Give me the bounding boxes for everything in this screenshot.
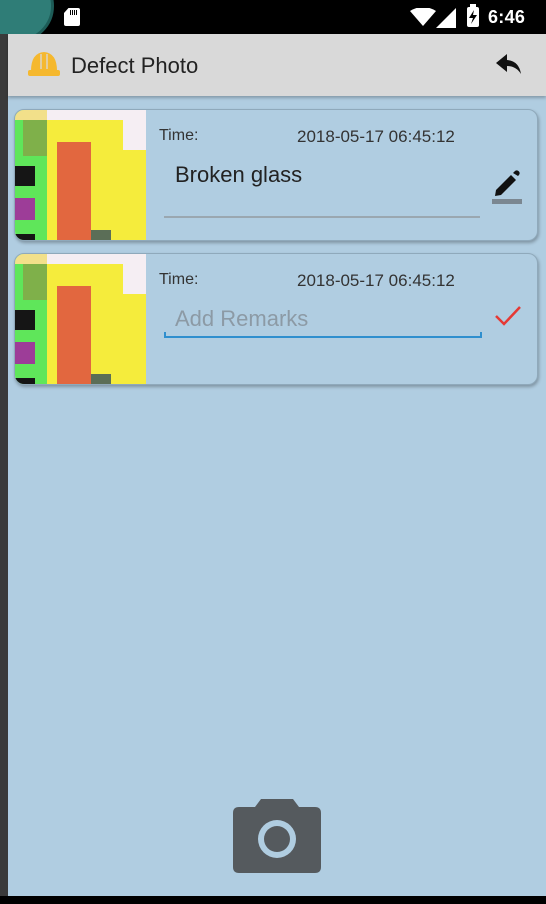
app-bar: Defect Photo bbox=[8, 34, 546, 96]
wifi-icon bbox=[410, 8, 436, 26]
left-gutter bbox=[0, 34, 8, 904]
time-value: 2018-05-17 06:45:12 bbox=[297, 127, 455, 146]
remark-text: Broken glass bbox=[175, 162, 303, 187]
time-value: 2018-05-17 06:45:12 bbox=[297, 271, 455, 290]
edit-icon[interactable] bbox=[490, 168, 524, 204]
photo-card[interactable]: Time: 2018-05-17 06:45:12 bbox=[14, 253, 538, 385]
battery-icon bbox=[467, 4, 479, 27]
defect-photo-thumbnail[interactable] bbox=[15, 254, 146, 384]
remark-input-underline bbox=[164, 332, 482, 338]
back-arrow-icon[interactable] bbox=[496, 52, 522, 76]
check-icon[interactable] bbox=[494, 304, 522, 328]
time-label: Time: bbox=[159, 271, 199, 288]
signal-icon bbox=[436, 8, 456, 28]
helmet-icon bbox=[28, 52, 60, 76]
status-time: 6:46 bbox=[488, 7, 526, 27]
sd-card-icon bbox=[64, 8, 80, 26]
time-label: Time: bbox=[159, 127, 199, 144]
status-bar: 6:46 bbox=[0, 0, 546, 42]
photo-card[interactable]: Time: 2018-05-17 06:45:12 Broken glass bbox=[14, 109, 538, 241]
photo-list: Time: 2018-05-17 06:45:12 Broken glass T… bbox=[8, 96, 546, 896]
navigation-bar bbox=[0, 896, 546, 904]
defect-photo-thumbnail[interactable] bbox=[15, 110, 146, 240]
remark-underline bbox=[164, 216, 480, 218]
remark-input[interactable] bbox=[165, 302, 481, 336]
camera-icon[interactable] bbox=[233, 793, 321, 873]
page-title: Defect Photo bbox=[71, 53, 199, 78]
